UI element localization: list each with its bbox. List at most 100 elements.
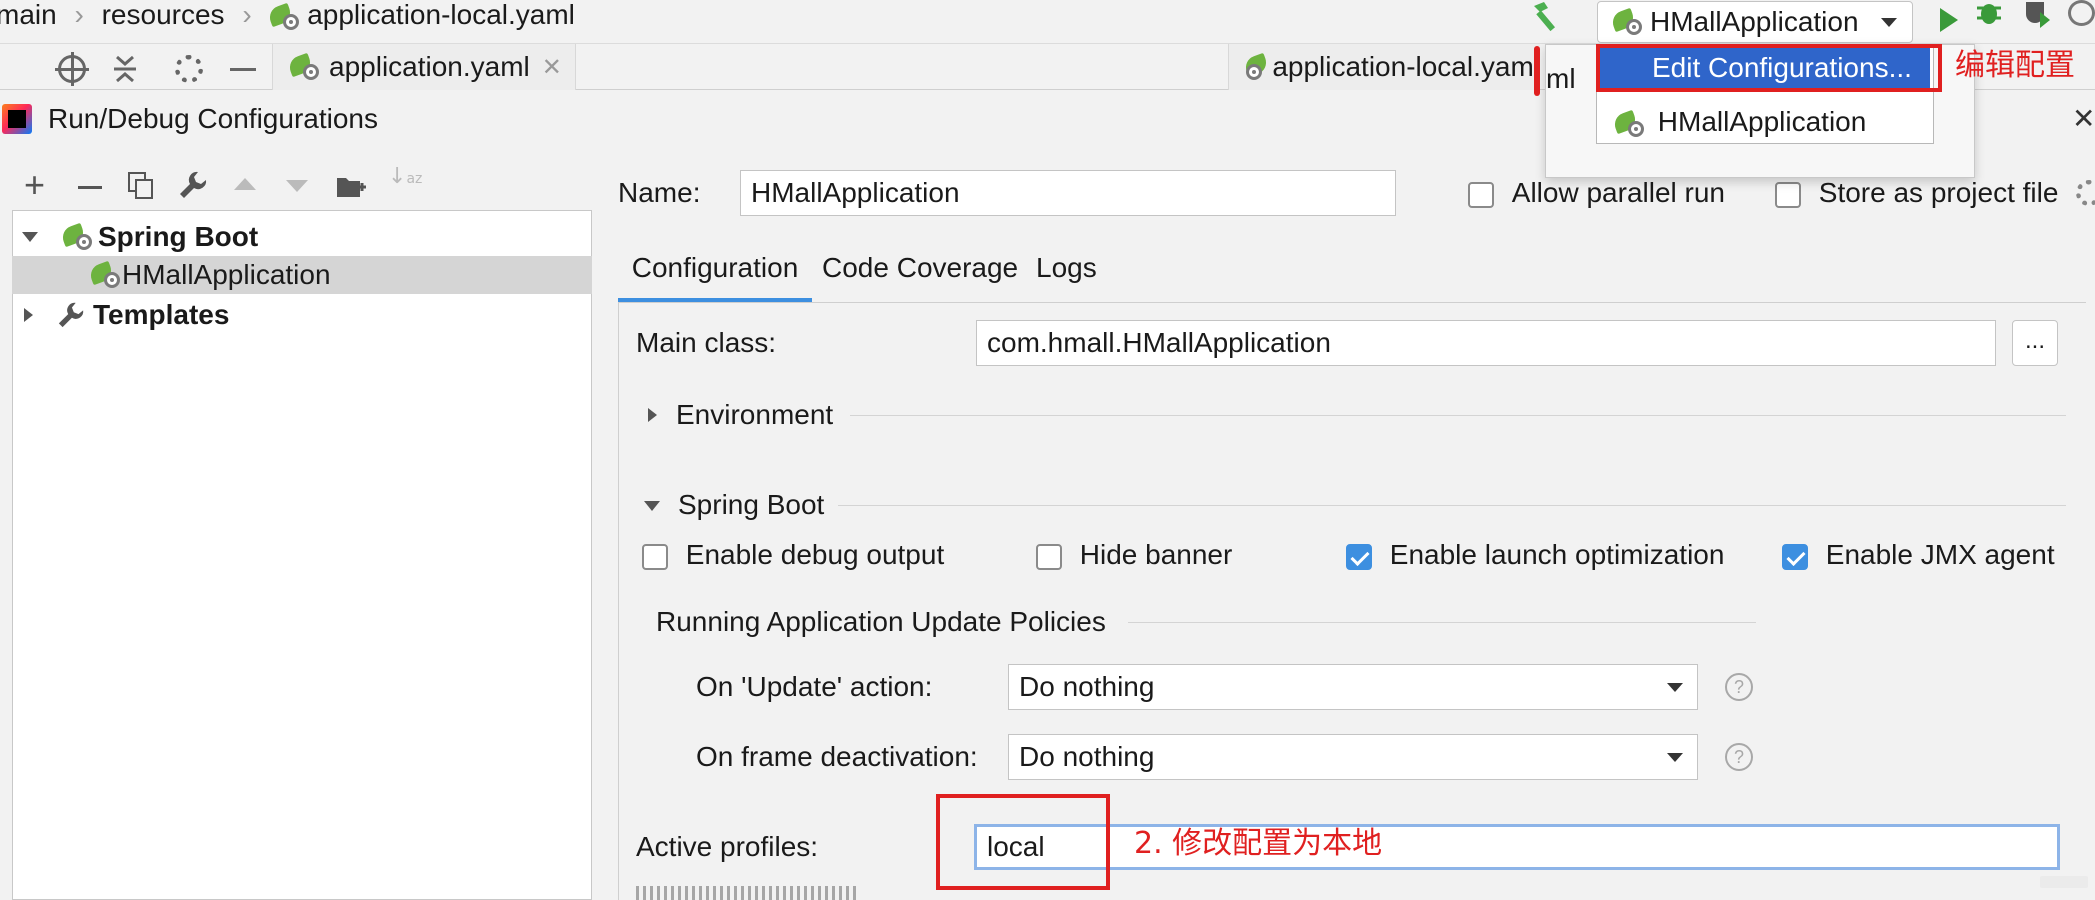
tab-logs[interactable]: Logs	[1036, 248, 1097, 288]
store-project-label: Store as project file	[1818, 177, 2059, 208]
option-hide-banner[interactable]: Hide banner	[1036, 538, 1232, 572]
intellij-logo-icon	[2, 104, 32, 134]
move-up-icon[interactable]	[234, 178, 256, 190]
settings-gear-icon[interactable]	[2076, 180, 2095, 206]
spring-boot-icon	[87, 260, 120, 288]
minimize-icon[interactable]	[230, 68, 256, 71]
annotation-modify-profile: 2. 修改配置为本地	[1134, 826, 1383, 861]
configuration-panel	[618, 302, 2086, 900]
tree-label: Spring Boot	[98, 221, 259, 252]
main-class-label: Main class:	[636, 327, 777, 358]
breadcrumb-item-resources[interactable]: resources	[102, 0, 225, 30]
launch-optimization-checkbox[interactable]	[1346, 543, 1372, 570]
spring-yaml-icon	[267, 2, 300, 30]
allow-parallel-run[interactable]: Allow parallel run	[1468, 176, 1725, 210]
chevron-right-icon: ›	[242, 0, 252, 30]
next-row-cutoff	[636, 886, 876, 900]
chevron-down-icon	[1880, 17, 1897, 27]
on-frame-value: Do nothing	[1019, 741, 1155, 772]
option-enable-jmx-agent[interactable]: Enable JMX agent	[1782, 538, 2055, 572]
wrench-icon[interactable]	[178, 170, 208, 200]
environment-separator	[850, 415, 2066, 416]
spring-boot-icon	[1609, 7, 1642, 35]
close-icon[interactable]: ✕	[542, 53, 562, 82]
chevron-down-icon	[1667, 753, 1683, 762]
help-icon[interactable]: ?	[1725, 743, 1753, 771]
debug-output-checkbox[interactable]	[642, 543, 668, 570]
option-label: Enable debug output	[685, 539, 945, 570]
annotation-bracket	[1534, 46, 1540, 96]
close-dialog-icon[interactable]: ✕	[2072, 102, 2095, 136]
jmx-agent-checkbox[interactable]	[1782, 543, 1808, 570]
policies-title: Running Application Update Policies	[656, 606, 1106, 637]
hide-banner-checkbox[interactable]	[1036, 543, 1062, 570]
browse-button[interactable]: ...	[2012, 320, 2058, 366]
store-as-project-file[interactable]: Store as project file	[1775, 176, 2058, 210]
profiler-icon[interactable]	[2068, 0, 2095, 26]
dropdown-partial-tab-text: ml	[1546, 63, 1576, 94]
sort-icon[interactable]: ↓az	[388, 166, 422, 200]
name-field[interactable]: HMallApplication	[740, 170, 1396, 216]
move-down-icon[interactable]	[286, 180, 308, 192]
tab-application-yaml[interactable]: application.yaml ✕	[272, 44, 576, 90]
breadcrumb: main › resources › application-local.yam…	[0, 0, 575, 30]
coverage-icon[interactable]	[2022, 0, 2052, 28]
gear-icon[interactable]	[175, 55, 203, 83]
dropdown-item-hmallapplication[interactable]: HMallApplication	[1600, 102, 1930, 142]
tree-node-hmallapplication[interactable]: HMallApplication	[12, 256, 592, 294]
breadcrumb-item-main[interactable]: main	[0, 0, 57, 30]
copy-icon[interactable]	[128, 172, 154, 200]
tab-label: application.yaml	[329, 51, 530, 82]
collapse-all-icon[interactable]	[112, 54, 138, 84]
on-update-label: On 'Update' action:	[696, 671, 933, 702]
on-frame-label: On frame deactivation:	[696, 741, 978, 772]
store-project-checkbox[interactable]	[1775, 181, 1801, 208]
option-label: Enable launch optimization	[1389, 539, 1725, 570]
debug-icon[interactable]	[1975, 0, 2003, 26]
tab-code-coverage[interactable]: Code Coverage	[822, 248, 1018, 288]
help-icon[interactable]: ?	[1725, 673, 1753, 701]
on-update-select[interactable]: Do nothing	[1008, 664, 1698, 710]
run-config-label: HMallApplication	[1650, 6, 1859, 37]
on-frame-select[interactable]: Do nothing	[1008, 734, 1698, 780]
on-update-value: Do nothing	[1019, 671, 1155, 702]
allow-parallel-checkbox[interactable]	[1468, 181, 1494, 208]
annotation-edit-config-box	[1596, 44, 1942, 92]
chevron-right-icon: ›	[74, 0, 84, 30]
run-icon[interactable]	[1940, 8, 1958, 32]
tab-configuration[interactable]: Configuration	[618, 248, 812, 302]
collapse-arrow-icon[interactable]	[24, 308, 33, 322]
crosshair-icon[interactable]	[55, 52, 89, 86]
remove-icon[interactable]	[78, 186, 102, 189]
expand-arrow-icon[interactable]	[22, 232, 38, 242]
run-config-selector[interactable]: HMallApplication	[1597, 1, 1913, 43]
breadcrumb-item-file[interactable]: application-local.yaml	[307, 0, 575, 30]
spring-boot-icon	[1611, 109, 1644, 137]
environment-label[interactable]: Environment	[676, 398, 833, 432]
tab-application-local-yaml[interactable]: application-local.yaml	[1228, 44, 1540, 90]
annotation-highlight-box	[936, 794, 1110, 890]
spring-boot-separator	[838, 505, 2066, 506]
menu-item-label: HMallApplication	[1657, 106, 1867, 137]
new-folder-icon[interactable]	[336, 174, 366, 198]
environment-expand-icon[interactable]	[648, 408, 657, 422]
option-label: Enable JMX agent	[1825, 539, 2055, 570]
spring-yaml-icon	[1242, 52, 1270, 80]
build-icon[interactable]	[1530, 0, 1564, 34]
option-enable-launch-optimization[interactable]: Enable launch optimization	[1346, 538, 1724, 572]
main-class-field[interactable]: com.hmall.HMallApplication	[976, 320, 1996, 366]
name-label: Name:	[618, 177, 701, 208]
spring-boot-collapse-icon[interactable]	[644, 501, 660, 511]
tree-node-templates[interactable]: Templates	[12, 296, 592, 334]
option-enable-debug-output[interactable]: Enable debug output	[642, 538, 944, 572]
tab-label: application-local.yaml	[1272, 51, 1540, 82]
spring-boot-section-label[interactable]: Spring Boot	[678, 488, 824, 522]
policies-separator	[1128, 622, 1756, 623]
add-icon[interactable]: +	[24, 167, 45, 203]
active-profiles-label: Active profiles:	[636, 831, 819, 862]
chevron-down-icon	[1667, 683, 1683, 692]
spring-boot-icon	[59, 222, 92, 250]
dialog-title: Run/Debug Configurations	[48, 103, 378, 134]
tree-node-spring-boot[interactable]: Spring Boot	[12, 218, 592, 256]
spring-yaml-icon	[286, 52, 319, 80]
